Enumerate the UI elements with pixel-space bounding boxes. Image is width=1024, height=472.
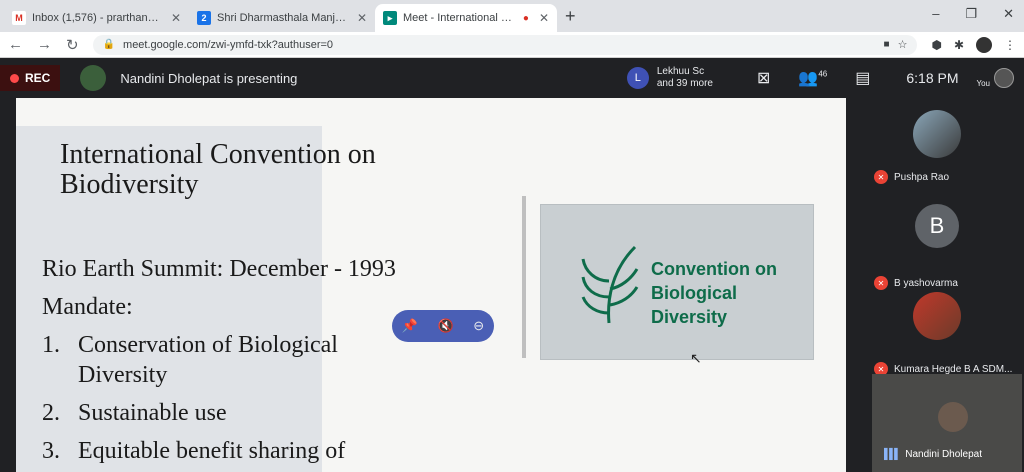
recording-badge: REC [0, 65, 61, 91]
people-chip-line1: Lekhuu Sc [656, 66, 705, 77]
participant-initial-avatar: B [915, 204, 959, 248]
meet-actions: ⊠ 👥46 ▤ [757, 68, 870, 88]
meet-header: REC Nandini Dholepat is presenting L Lek… [0, 58, 1024, 98]
camera-icon[interactable]: ■ [884, 39, 890, 50]
recording-dot-icon: ● [522, 12, 529, 24]
puzzle-icon[interactable]: ✱ [954, 38, 964, 52]
chat-icon[interactable]: ▤ [855, 68, 870, 88]
self-avatar [994, 68, 1014, 88]
meeting-clock: 6:18 PM [906, 70, 959, 86]
logo-line: Biological Diversity [651, 283, 738, 327]
list-text: Equitable benefit sharing of [78, 438, 346, 464]
mute-speaker-icon[interactable]: 🔇 [438, 318, 454, 334]
list-number: 2. [42, 400, 60, 426]
presentation-stage: International Convention on Biodiversity… [0, 98, 850, 472]
tab-gmail[interactable]: M Inbox (1,576) - prarthanarao6@s ✕ [4, 4, 189, 32]
presenter-video-tile[interactable]: ▌▌▌ Nandini Dholepat [872, 374, 1022, 472]
participant-tile[interactable]: ✕ Kumara Hegde B A SDM... [850, 286, 1024, 376]
list-item: 3. Equitable benefit sharing of [42, 436, 398, 466]
minimize-button[interactable]: – [932, 6, 939, 22]
extensions-area: ⬢ ✱ ⋮ [931, 36, 1016, 53]
logo-line: Convention on [651, 259, 777, 279]
list-item: 2. Sustainable use [42, 398, 398, 428]
list-text: Conservation of Biological Diversity [78, 332, 338, 388]
tab-title: Inbox (1,576) - prarthanarao6@s [32, 12, 161, 24]
presenter-avatar [80, 65, 107, 91]
list-item: 1. Conservation of Biological Diversity [42, 330, 398, 390]
close-tab-icon[interactable]: ✕ [171, 11, 181, 25]
address-bar[interactable]: 🔒 meet.google.com/zwi-ymfd-txk?authuser=… [92, 34, 918, 55]
site-icon: 2 [197, 11, 211, 25]
tab-meet[interactable]: ▸ Meet - International Webina ● ✕ [375, 4, 557, 32]
participant-tile[interactable]: B ✕ B yashovarma [850, 198, 1024, 290]
remove-icon[interactable]: ⊖ [473, 318, 484, 334]
speaking-indicator-icon: ▌▌▌ [884, 449, 901, 460]
participant-name: Kumara Hegde B A SDM... [894, 363, 1013, 375]
participant-initial-avatar: L [626, 67, 649, 89]
profile-avatar[interactable] [976, 36, 992, 53]
list-text: Sustainable use [78, 400, 227, 426]
slide-line: Rio Earth Summit: December - 1993 [42, 256, 396, 282]
reload-button[interactable]: ↻ [66, 36, 79, 54]
lock-icon: 🔒 [102, 39, 116, 50]
tab-title: Shri Dharmasthala Manjunathesh [217, 12, 347, 24]
shared-slide: International Convention on Biodiversity… [16, 98, 846, 472]
participant-photo [913, 292, 961, 340]
logo-text: Convention on Biological Diversity [651, 257, 813, 329]
rec-label: REC [25, 71, 51, 85]
participant-sidebar: ✕ Pushpa Rao B ✕ B yashovarma ✕ Kumara H… [850, 98, 1024, 472]
close-window-button[interactable]: ✕ [1003, 6, 1014, 22]
back-button[interactable]: ← [8, 36, 23, 53]
leaf-logo-icon [581, 245, 639, 324]
meet-icon: ▸ [383, 11, 397, 25]
mandate-list: 1. Conservation of Biological Diversity … [42, 330, 398, 466]
people-chip[interactable]: L Lekhuu Sc and 39 more [626, 66, 713, 90]
toolbar: ← → ↻ 🔒 meet.google.com/zwi-ymfd-txk?aut… [0, 32, 1024, 58]
cbd-logo: Convention on Biological Diversity [540, 204, 814, 360]
slide-divider [522, 196, 526, 358]
you-label: You [976, 79, 991, 88]
gmail-icon: M [12, 11, 26, 25]
mic-off-icon: ✕ [874, 170, 888, 184]
shield-icon[interactable]: ⬢ [931, 38, 941, 52]
presenting-status: Nandini Dholepat is presenting [120, 70, 298, 86]
participant-count: 46 [818, 69, 828, 79]
people-chip-text: Lekhuu Sc and 39 more [657, 66, 713, 90]
layout-grid-icon[interactable]: ⊠ [757, 68, 770, 88]
list-number: 1. [42, 332, 60, 358]
new-tab-button[interactable]: + [557, 6, 584, 32]
participant-photo [913, 110, 961, 158]
menu-icon[interactable]: ⋮ [1004, 38, 1016, 52]
slide-title: International Convention on Biodiversity [60, 139, 376, 200]
slide-line: Mandate: [42, 294, 133, 320]
people-chip-line2: and 39 more [656, 78, 713, 89]
recording-dot-icon [10, 73, 19, 83]
forward-button[interactable]: → [37, 36, 52, 53]
slide-body: Rio Earth Summit: December - 1993 Mandat… [42, 254, 398, 472]
presentation-controls: 📌 🔇 ⊖ [392, 310, 494, 342]
people-icon[interactable]: 👥46 [798, 68, 827, 88]
tab-strip: M Inbox (1,576) - prarthanarao6@s ✕ 2 Sh… [0, 0, 1024, 32]
tab-title: Meet - International Webina [403, 12, 517, 24]
close-tab-icon[interactable]: ✕ [539, 11, 549, 25]
participant-name-row: ✕ Pushpa Rao [874, 170, 949, 184]
mouse-cursor-icon: ↖ [690, 350, 702, 366]
window-controls: – ❐ ✕ [932, 6, 1014, 22]
self-indicator[interactable]: You [976, 68, 1014, 88]
list-number: 3. [42, 438, 60, 464]
url-text: meet.google.com/zwi-ymfd-txk?authuser=0 [123, 38, 334, 51]
participant-name: Pushpa Rao [894, 171, 950, 183]
tab-dharmasthala[interactable]: 2 Shri Dharmasthala Manjunathesh ✕ [189, 4, 375, 32]
presenter-name: Nandini Dholepat [905, 449, 982, 460]
pin-icon[interactable]: 📌 [402, 318, 418, 334]
presenter-name-row: ▌▌▌ Nandini Dholepat [884, 449, 982, 460]
close-tab-icon[interactable]: ✕ [357, 11, 367, 25]
participant-tile[interactable]: ✕ Pushpa Rao [850, 102, 1024, 186]
bookmark-star-icon[interactable]: ☆ [898, 38, 908, 51]
presenter-video [938, 402, 968, 432]
restore-button[interactable]: ❐ [965, 6, 977, 22]
